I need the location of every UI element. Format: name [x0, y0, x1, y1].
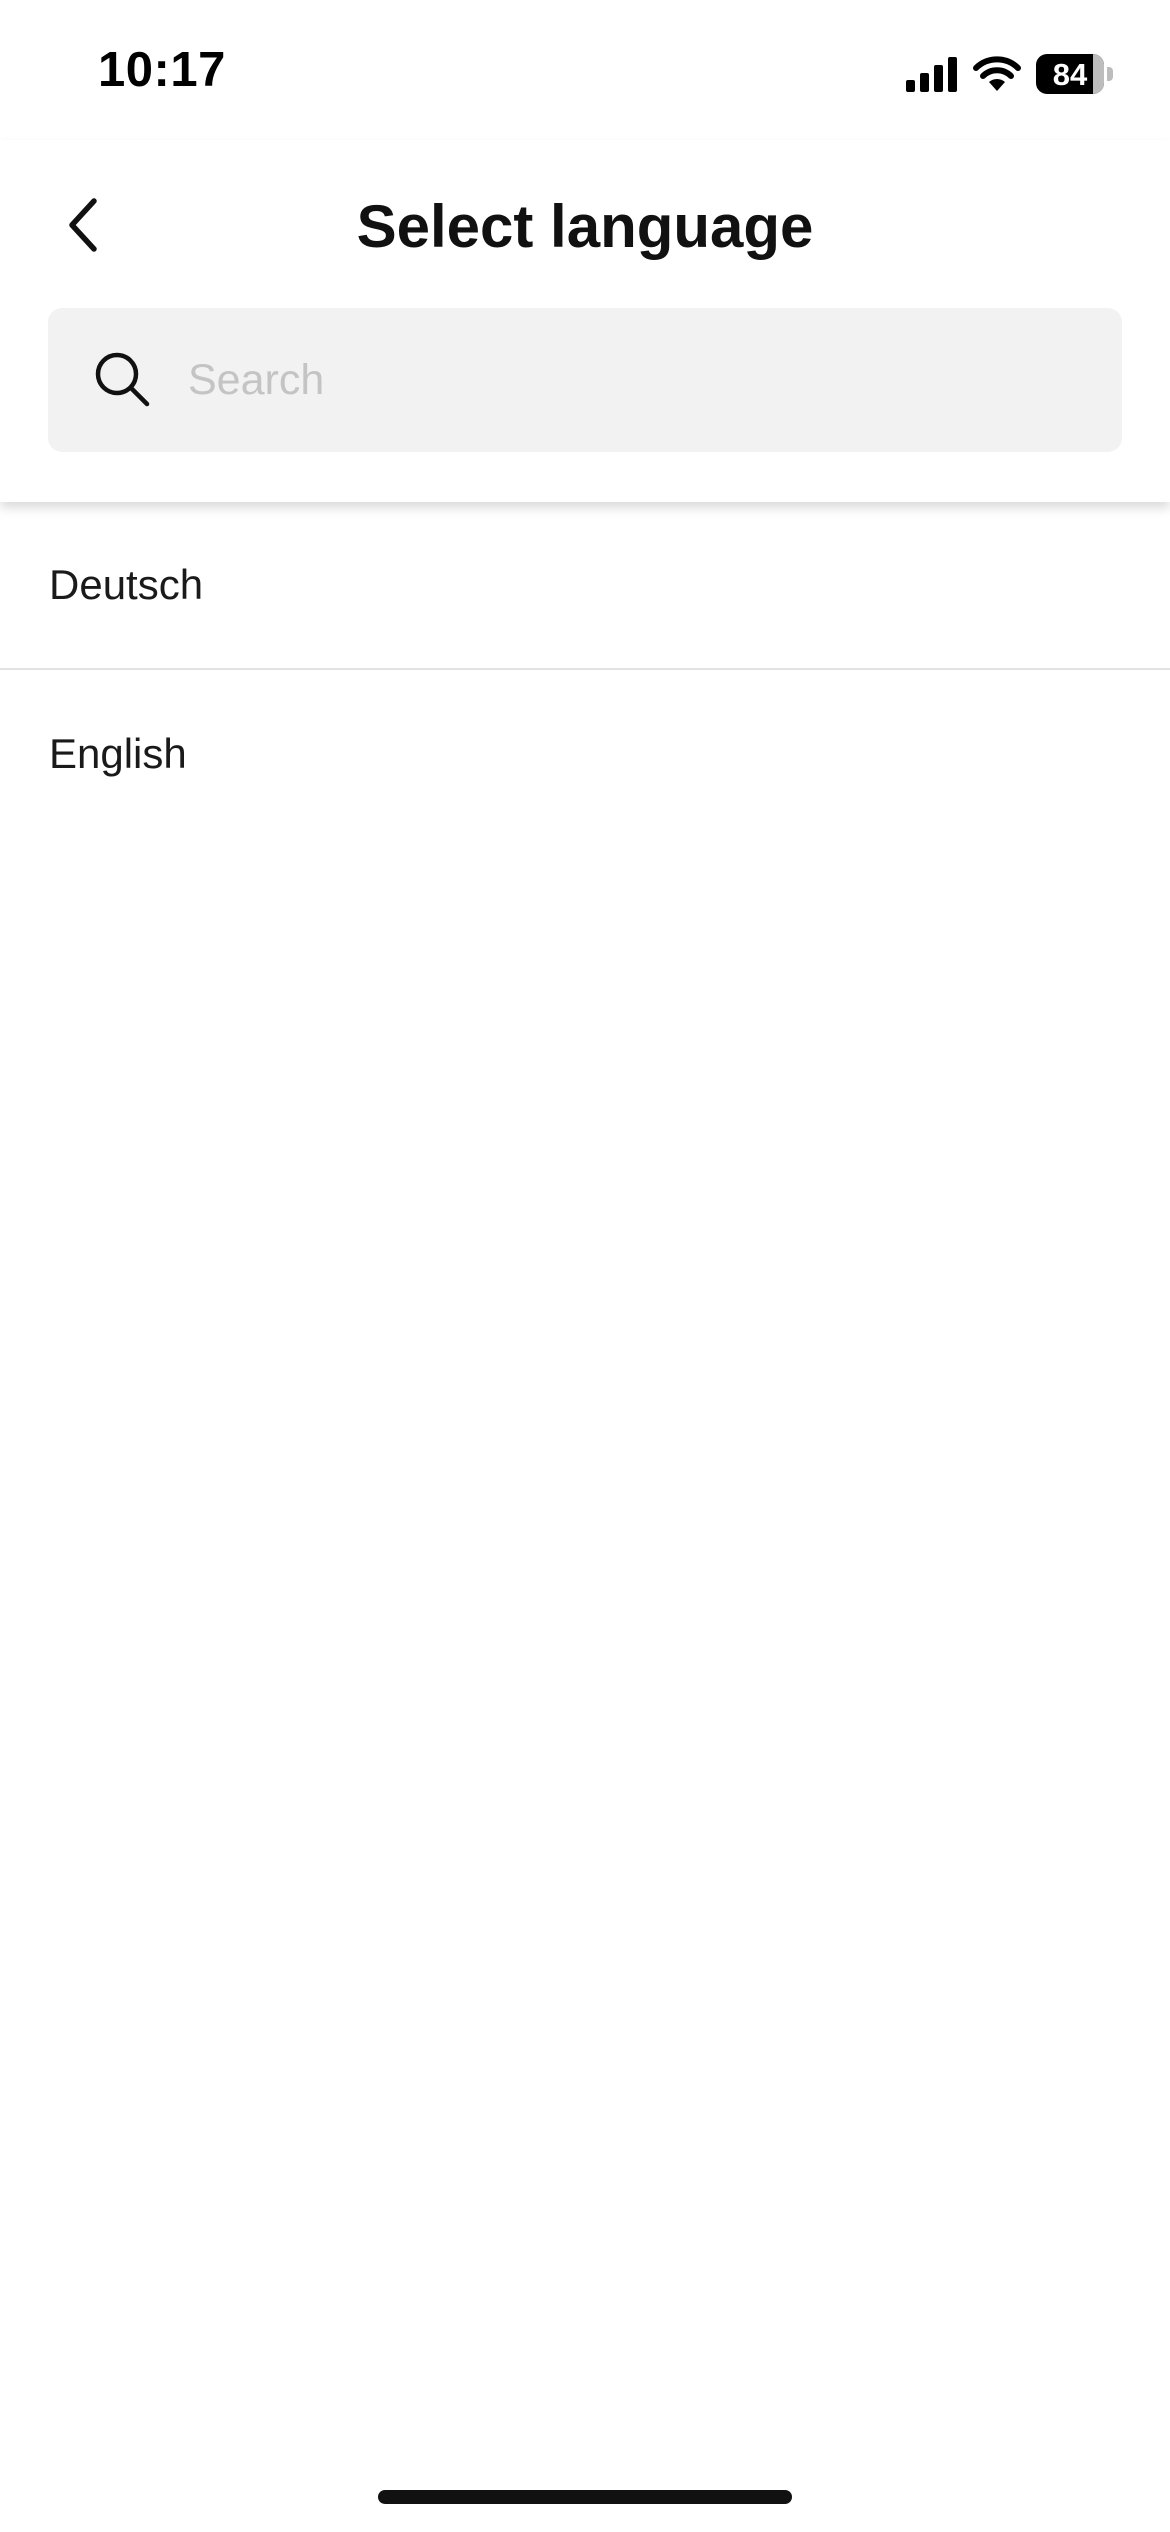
select-language-screen: 10:17 84 Select language Search Deutsch … [0, 0, 1170, 2532]
page-title: Select language [356, 193, 814, 260]
status-time: 10:17 [98, 43, 226, 97]
status-icons: 84 [906, 50, 1114, 98]
home-indicator [378, 2490, 792, 2504]
signal-icon [906, 57, 957, 92]
search-icon [90, 347, 156, 413]
wifi-icon [973, 56, 1021, 91]
battery-cap [1107, 67, 1113, 81]
language-label: English [49, 730, 187, 777]
battery-empty-portion [1093, 54, 1104, 94]
list-item-english[interactable]: English [0, 670, 1170, 838]
list-item-deutsch[interactable]: Deutsch [0, 502, 1170, 670]
search-input[interactable] [188, 308, 1122, 452]
header: Select language [0, 140, 1170, 502]
language-list: Deutsch English [0, 502, 1170, 838]
language-label: Deutsch [49, 561, 204, 608]
status-bar: 10:17 84 [0, 0, 1170, 140]
battery-body: 84 [1036, 54, 1104, 94]
search-box[interactable] [48, 308, 1122, 452]
battery-icon: 84 [1036, 54, 1114, 94]
battery-level: 84 [1052, 56, 1088, 92]
